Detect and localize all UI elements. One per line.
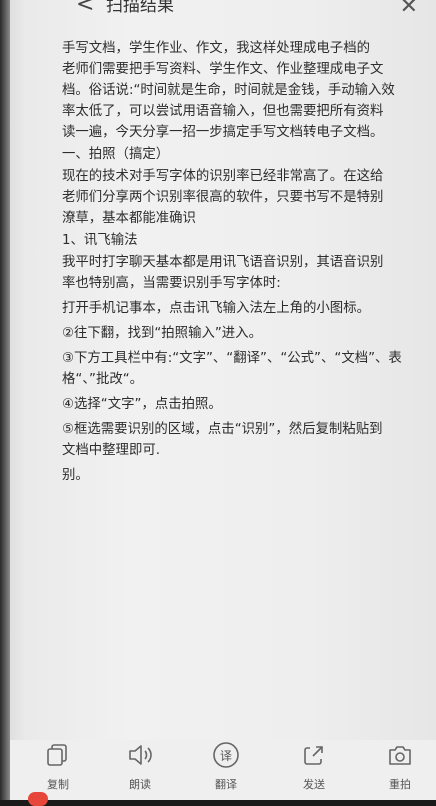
read-aloud-button[interactable]: 朗读 (110, 740, 170, 792)
paragraph-recognition: 现在的技术对手写字体的识别率已经非常高了。在这给 老师们分享两个识别率很高的软件… (62, 169, 384, 226)
translate-button[interactable]: 译 翻译 (196, 740, 256, 792)
share-icon (284, 740, 344, 770)
back-icon[interactable]: < (76, 0, 94, 17)
step-2: ②往下翻，找到“拍照输入”进入。 (62, 326, 262, 341)
retake-label: 重拍 (389, 778, 411, 791)
copy-button[interactable]: 复制 (28, 740, 88, 792)
step-5: ⑤框选需要识别的区域，点击“识别”，然后复制粘贴到 文档中整理即可. (62, 422, 383, 458)
close-icon[interactable]: ✕ (400, 0, 418, 19)
screen: < 扫描结果 ✕ 手写文档，学生作业、作文，我这样处理成电子档的 老师们需要把手… (0, 0, 436, 806)
paragraph-xunfei: 我平时打字聊天基本都是用讯飞语音识别，其语音识别 率也特别高，当需要识别手写字体… (62, 255, 384, 291)
read-aloud-label: 朗读 (129, 778, 151, 791)
device-edge (0, 0, 10, 800)
notification-dot (28, 792, 48, 806)
paragraph-end: 别。 (62, 468, 89, 483)
bottom-toolbar: 复制 朗读 译 翻译 发送 重拍 (10, 740, 436, 800)
step-3: ③下方工具栏中有:“文字”、“翻译”、“公式”、“文档”、表 格“、”批改“。 (62, 351, 402, 387)
copy-icon (28, 740, 88, 770)
copy-label: 复制 (47, 778, 69, 791)
step-4: ④选择“文字”，点击拍照。 (62, 397, 222, 412)
subsection-heading: 1、讯飞输法 (62, 233, 138, 248)
translate-icon: 译 (196, 740, 256, 770)
speaker-icon (110, 740, 170, 770)
paragraph-intro: 手写文档，学生作业、作文，我这样处理成电子档的 老师们需要把手写资料、学生作文、… (62, 41, 395, 140)
send-label: 发送 (303, 778, 325, 791)
step-1: 打开手机记事本，点击讯飞输入法左上角的小图标。 (62, 301, 370, 316)
translate-glyph: 译 (220, 749, 232, 763)
scan-result-text[interactable]: 手写文档，学生作业、作文，我这样处理成电子档的 老师们需要把手写资料、学生作文、… (62, 38, 426, 486)
page-title: 扫描结果 (106, 0, 174, 16)
section-heading: 一、拍照（搞定） (62, 147, 170, 162)
retake-button[interactable]: 重拍 (370, 740, 430, 792)
header: < 扫描结果 ✕ (10, 0, 436, 24)
send-button[interactable]: 发送 (284, 740, 344, 792)
camera-icon (370, 740, 430, 770)
translate-label: 翻译 (215, 778, 237, 791)
